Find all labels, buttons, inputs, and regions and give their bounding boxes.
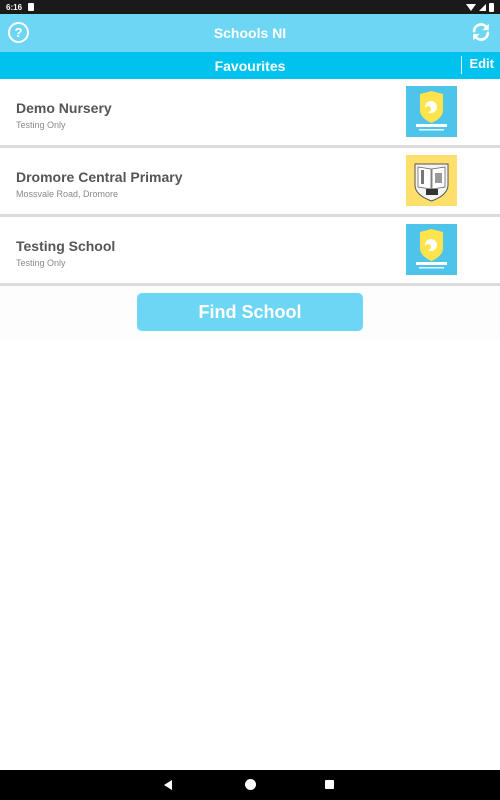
school-subtitle: Testing Only <box>16 120 66 130</box>
school-list-item[interactable]: Demo Nursery Testing Only <box>0 79 500 148</box>
status-bar: 6:16 <box>0 0 500 14</box>
help-button[interactable]: ? <box>8 22 29 43</box>
favourites-list: Demo Nursery Testing Only Dromore Centra… <box>0 79 500 286</box>
find-school-area: Find School <box>0 286 500 340</box>
school-crest-icon <box>406 155 457 206</box>
system-nav-bar <box>0 770 500 800</box>
favourites-title: Favourites <box>214 57 286 74</box>
school-name: Demo Nursery <box>16 100 112 116</box>
favourites-header: Favourites Edit <box>0 52 500 79</box>
school-subtitle: Testing Only <box>16 258 66 268</box>
app-header: ? Schools NI <box>0 14 500 52</box>
schools-ni-logo-icon <box>406 86 457 137</box>
schools-ni-logo-icon <box>406 224 457 275</box>
edit-button[interactable]: Edit <box>469 56 494 71</box>
recent-apps-icon[interactable] <box>325 780 334 789</box>
app-title: Schools NI <box>213 25 287 41</box>
refresh-icon[interactable] <box>470 21 492 43</box>
status-time: 6:16 <box>6 2 23 12</box>
school-list-item[interactable]: Testing School Testing Only <box>0 217 500 286</box>
school-subtitle: Mossvale Road, Dromore <box>16 189 119 199</box>
battery-icon <box>489 2 494 12</box>
status-icons <box>466 2 494 12</box>
home-icon[interactable] <box>245 779 256 790</box>
help-icon: ? <box>14 25 23 40</box>
wifi-icon <box>466 3 476 11</box>
school-list-item[interactable]: Dromore Central Primary Mossvale Road, D… <box>0 148 500 217</box>
find-school-button[interactable]: Find School <box>137 293 363 331</box>
signal-icon <box>479 3 486 11</box>
app-screen: 6:16 ? Schools NI Favourites Edit Demo N… <box>0 0 500 800</box>
divider <box>461 56 462 74</box>
school-name: Dromore Central Primary <box>16 169 183 185</box>
school-name: Testing School <box>16 238 116 254</box>
back-icon[interactable] <box>164 780 172 790</box>
sd-card-icon <box>28 3 35 11</box>
